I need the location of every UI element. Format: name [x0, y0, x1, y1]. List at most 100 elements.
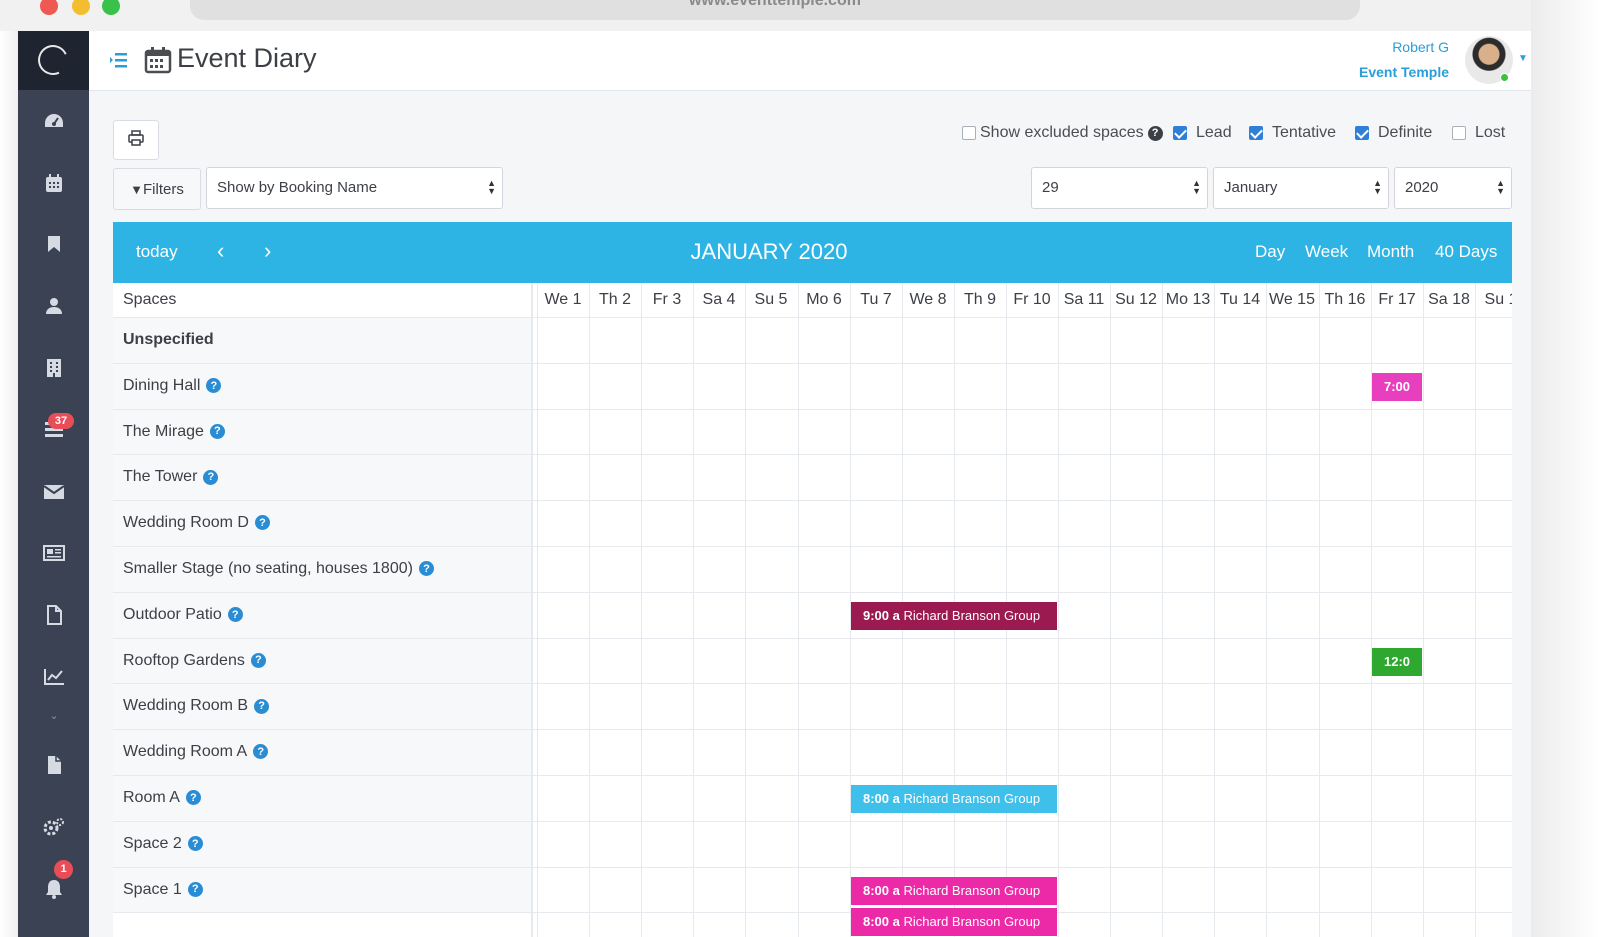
day-header-2: Th 2 [598, 291, 631, 308]
envelope-icon[interactable] [42, 480, 66, 504]
space-info-icon[interactable]: ? [254, 515, 270, 531]
status-definite-checkbox[interactable]: Definite [1355, 124, 1432, 142]
space-info-icon[interactable]: ? [203, 469, 219, 485]
user-menu-caret-icon[interactable]: ▼ [1518, 53, 1528, 64]
space-name[interactable]: Wedding Room D? [123, 514, 270, 532]
event-block[interactable]: 8:00 a Richard Branson Group [851, 785, 1057, 813]
filters-button[interactable]: ▼Filters [113, 168, 201, 210]
calendar-title-icon [144, 46, 172, 79]
space-day-cells[interactable] [533, 318, 1512, 363]
lost-box[interactable] [1452, 126, 1466, 140]
user-organization[interactable]: Event Temple [1359, 64, 1449, 80]
user-icon[interactable] [42, 294, 66, 318]
newspaper-icon[interactable] [42, 541, 66, 565]
space-name[interactable]: Wedding Room A? [123, 743, 269, 761]
day-column-line [1319, 283, 1320, 937]
space-info-icon[interactable]: ? [185, 790, 201, 806]
space-name-label: Space 2 [123, 834, 182, 852]
chart-icon[interactable] [42, 665, 66, 689]
month-select[interactable]: January ▲ ▼ [1213, 167, 1389, 209]
space-day-cells[interactable] [533, 821, 1512, 867]
space-day-cells[interactable] [533, 501, 1512, 546]
document-icon[interactable] [42, 753, 66, 777]
building-icon[interactable] [42, 356, 66, 380]
view-40-days-button[interactable]: 40 Days [1435, 242, 1497, 262]
space-info-icon[interactable]: ? [253, 744, 269, 760]
view-week-button[interactable]: Week [1305, 242, 1348, 262]
day-select[interactable]: 29 ▲ ▼ [1031, 167, 1208, 209]
status-lead-checkbox[interactable]: Lead [1173, 124, 1232, 142]
minimize-window-icon[interactable] [72, 0, 90, 15]
space-name[interactable]: Space 1? [123, 881, 203, 899]
event-block[interactable]: 9:00 a Richard Branson Group [851, 601, 1057, 630]
day-column-line [1058, 283, 1059, 937]
year-select[interactable]: 2020 ▲ ▼ [1394, 167, 1512, 209]
settings-icon[interactable] [42, 815, 66, 839]
status-lost-checkbox[interactable]: Lost [1452, 124, 1505, 142]
space-name[interactable]: Rooftop Gardens? [123, 652, 266, 670]
space-name[interactable]: The Mirage? [123, 423, 225, 441]
day-header-15: We 15 [1269, 291, 1315, 308]
dashboard-icon[interactable] [42, 109, 66, 133]
logo-icon [33, 40, 73, 80]
space-day-cells[interactable] [533, 409, 1512, 455]
calendar-icon[interactable] [42, 171, 66, 195]
space-name[interactable]: Room A? [123, 789, 201, 807]
event-block[interactable]: 8:00 a Richard Branson Group [851, 907, 1057, 936]
bookmark-icon[interactable] [42, 232, 66, 256]
lead-box[interactable] [1173, 126, 1187, 140]
bell-icon[interactable] [42, 877, 66, 901]
print-button[interactable] [113, 120, 159, 160]
space-info-icon[interactable]: ? [250, 652, 266, 668]
day-header-5: Su 5 [754, 291, 788, 308]
space-name[interactable]: Space 2? [123, 835, 203, 853]
view-day-button[interactable]: Day [1255, 242, 1285, 262]
space-info-icon[interactable]: ? [187, 836, 203, 852]
space-info-icon[interactable]: ? [206, 378, 222, 394]
space-day-cells[interactable] [533, 547, 1512, 592]
help-icon[interactable]: ? [1147, 125, 1163, 141]
maximize-window-icon[interactable] [102, 0, 120, 15]
space-name[interactable]: Wedding Room B? [123, 697, 270, 715]
show-excluded-spaces-checkbox[interactable]: Show excluded spaces ? [962, 124, 1163, 142]
event-block[interactable]: 7:00 [1372, 372, 1422, 401]
tentative-box[interactable] [1249, 126, 1263, 140]
space-info-icon[interactable]: ? [254, 698, 270, 714]
close-window-icon[interactable] [40, 0, 58, 15]
space-info-icon[interactable]: ? [209, 423, 225, 439]
space-row: Smaller Stage (no seating, houses 1800)? [113, 547, 1512, 593]
space-name[interactable]: Outdoor Patio? [123, 606, 243, 624]
event-time: 8:00 a [863, 791, 900, 806]
event-block[interactable]: 12:0 [1372, 647, 1422, 676]
file-icon[interactable] [42, 603, 66, 627]
day-column-line [1266, 283, 1267, 937]
menu-toggle-icon[interactable] [109, 51, 129, 74]
app-logo[interactable] [18, 31, 89, 90]
space-name[interactable]: Smaller Stage (no seating, houses 1800)? [123, 560, 434, 578]
space-day-cells[interactable] [533, 638, 1512, 684]
show-excluded-box[interactable] [962, 126, 976, 140]
user-name[interactable]: Robert G [1392, 39, 1449, 55]
day-column-line [537, 283, 538, 937]
space-info-icon[interactable]: ? [187, 881, 203, 897]
space-row: Outdoor Patio? [113, 592, 1512, 639]
chevron-down-icon[interactable]: ⌄ [42, 707, 66, 723]
day-header-13: Mo 13 [1165, 291, 1211, 308]
space-row: Space 2? [113, 821, 1512, 868]
definite-box[interactable] [1355, 126, 1369, 140]
space-day-cells[interactable] [533, 684, 1512, 730]
space-day-cells[interactable] [533, 363, 1512, 409]
status-tentative-checkbox[interactable]: Tentative [1249, 124, 1336, 142]
event-block[interactable]: 8:00 a Richard Branson Group [851, 876, 1057, 905]
show-by-select[interactable]: Show by Booking Name ▲ ▼ [206, 167, 503, 209]
space-day-cells[interactable] [533, 455, 1512, 501]
space-day-cells[interactable] [533, 730, 1512, 775]
space-name[interactable]: Dining Hall? [123, 377, 222, 395]
view-month-button[interactable]: Month [1367, 242, 1414, 262]
space-info-icon[interactable]: ? [418, 561, 434, 577]
space-info-icon[interactable]: ? [227, 607, 243, 623]
space-name[interactable]: Unspecified [123, 331, 214, 349]
space-row: Wedding Room B? [113, 684, 1512, 731]
space-name[interactable]: The Tower? [123, 468, 219, 486]
address-bar[interactable]: www.eventtemple.com [190, 0, 1360, 20]
